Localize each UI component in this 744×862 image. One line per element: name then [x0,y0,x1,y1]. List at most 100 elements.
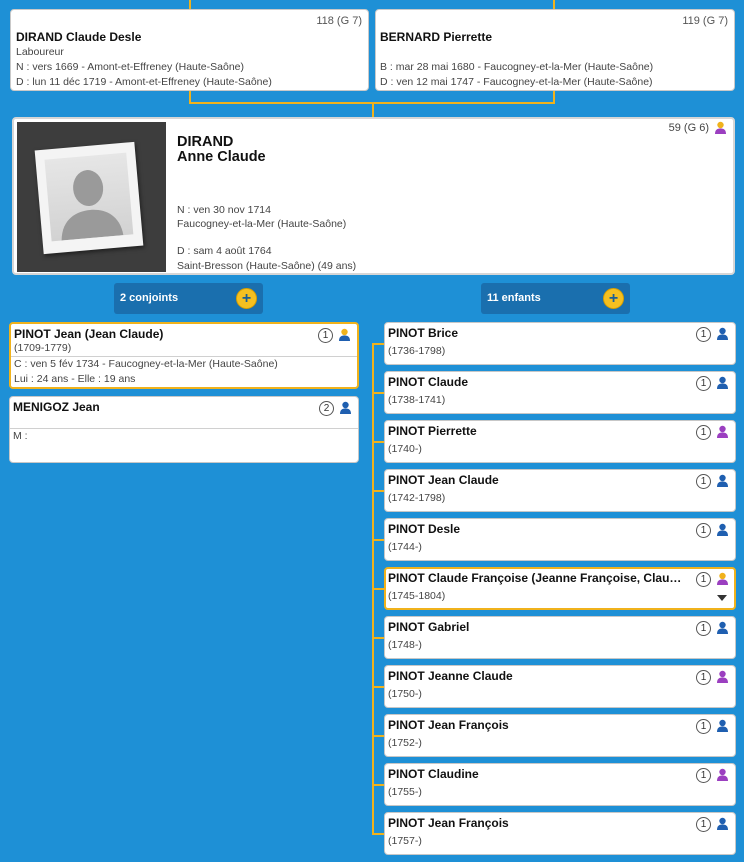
child-card[interactable]: PINOT Jean François (1752-) 1 [384,714,736,757]
children-pill[interactable]: 11 enfants + [481,283,630,314]
child-name[interactable]: PINOT Jean Claude [388,473,499,487]
child-dates: (1752-) [388,737,422,749]
spouses-count-label: 2 conjoints [120,292,179,304]
female-person-icon [716,572,729,585]
photo-area[interactable] [17,122,166,272]
child-card[interactable]: PINOT Desle (1744-) 1 [384,518,736,561]
person-birth-place: Faucogney-et-la-Mer (Haute-Saône) [177,218,347,230]
person-root-icon [714,121,727,134]
male-person-icon [339,401,352,414]
male-person-icon [338,328,351,341]
child-name[interactable]: PINOT Desle [388,522,460,536]
mother-card[interactable]: 119 (G 7) BERNARD Pierrette B : mar 28 m… [375,9,735,91]
child-number: 1 [696,327,711,342]
male-person-icon [716,719,729,732]
father-birth: N : vers 1669 - Amont-et-Effreney (Haute… [16,61,244,73]
add-child-button[interactable]: + [603,288,624,309]
add-spouse-button[interactable]: + [236,288,257,309]
avatar-placeholder-icon [44,152,134,242]
child-number: 1 [696,425,711,440]
child-number: 1 [696,670,711,685]
child-number: 1 [696,621,711,636]
child-name[interactable]: PINOT Jeanne Claude [388,669,513,683]
father-death: D : lun 11 déc 1719 - Amont-et-Effreney … [16,76,272,88]
child-dates: (1748-) [388,639,422,651]
father-name[interactable]: DIRAND Claude Desle [16,30,141,44]
spouses-pill[interactable]: 2 conjoints + [114,283,263,314]
father-card[interactable]: 118 (G 7) DIRAND Claude Desle Laboureur … [10,9,369,91]
child-name[interactable]: PINOT Claudine [388,767,479,781]
child-card[interactable]: PINOT Claude (1738-1741) 1 [384,371,736,414]
child-dates: (1757-) [388,835,422,847]
male-person-icon [716,474,729,487]
chevron-down-icon[interactable] [717,595,727,601]
child-dates: (1755-) [388,786,422,798]
child-card[interactable]: PINOT Brice (1736-1798) 1 [384,322,736,365]
photo-frame [34,141,144,255]
child-card[interactable]: PINOT Claudine (1755-) 1 [384,763,736,806]
father-occupation: Laboureur [16,46,64,58]
child-name[interactable]: PINOT Jean François [388,718,509,732]
mother-name[interactable]: BERNARD Pierrette [380,30,492,44]
mother-ref: 119 (G 7) [682,15,728,27]
child-card[interactable]: PINOT Gabriel (1748-) 1 [384,616,736,659]
child-dates: (1744-) [388,541,422,553]
child-card[interactable]: PINOT Jean Claude (1742-1798) 1 [384,469,736,512]
child-number: 1 [696,376,711,391]
spouse-name[interactable]: MENIGOZ Jean [13,400,100,414]
person-birth-date: N : ven 30 nov 1714 [177,204,271,216]
child-name[interactable]: PINOT Jean François [388,816,509,830]
main-person-card: 59 (G 6) DIRAND Anne Claude N : ven 30 n… [12,117,735,275]
female-person-icon [716,768,729,781]
person-given-name: Anne Claude [177,149,266,165]
person-connector [372,102,374,117]
child-dates: (1742-1798) [388,492,446,504]
spouse-dates: (1709-1779) [14,342,72,354]
mother-death: D : ven 12 mai 1747 - Faucogney-et-la-Me… [380,76,653,88]
spouse-name[interactable]: PINOT Jean (Jean Claude) [14,327,163,341]
child-number: 1 [696,474,711,489]
child-number: 1 [696,719,711,734]
child-dates: (1740-) [388,443,422,455]
spouse-divider [11,356,357,357]
mother-connector-up [553,0,555,9]
father-connector-up [189,0,191,9]
child-name[interactable]: PINOT Brice [388,326,458,340]
child-card[interactable]: PINOT Pierrette (1740-) 1 [384,420,736,463]
child-dates: (1750-) [388,688,422,700]
person-death-date: D : sam 4 août 1764 [177,245,272,257]
person-surname: DIRAND [177,134,234,150]
child-name[interactable]: PINOT Gabriel [388,620,469,634]
marriage-ages: Lui : 24 ans - Elle : 19 ans [14,373,136,385]
male-person-icon [716,376,729,389]
spouse-card[interactable]: MENIGOZ Jean 2 M : [9,396,359,463]
female-person-icon [716,425,729,438]
person-ref: 59 (G 6) [668,122,709,134]
male-person-icon [716,327,729,340]
marriage-info: C : ven 5 fév 1734 - Faucogney-et-la-Mer… [14,358,278,370]
child-card[interactable]: PINOT Claude Françoise (Jeanne Françoise… [384,567,736,610]
male-person-icon [716,523,729,536]
children-count-label: 11 enfants [487,292,541,304]
spouse-divider [10,428,358,429]
child-number: 1 [696,768,711,783]
spouse-card[interactable]: PINOT Jean (Jean Claude) 1 (1709-1779) C… [9,322,359,389]
spouse-number: 2 [319,401,334,416]
child-card[interactable]: PINOT Jeanne Claude (1750-) 1 [384,665,736,708]
male-person-icon [716,621,729,634]
mother-birth: B : mar 28 mai 1680 - Faucogney-et-la-Me… [380,61,654,73]
child-dates: (1745-1804) [388,590,446,602]
female-person-icon [716,670,729,683]
marriage-info: M : [13,430,28,442]
child-card[interactable]: PINOT Jean François (1757-) 1 [384,812,736,855]
spouse-number: 1 [318,328,333,343]
child-name[interactable]: PINOT Claude Françoise (Jeanne Françoise… [388,571,688,585]
child-dates: (1738-1741) [388,394,446,406]
person-death-place: Saint-Bresson (Haute-Saône) (49 ans) [177,260,357,272]
child-dates: (1736-1798) [388,345,446,357]
child-name[interactable]: PINOT Claude [388,375,468,389]
child-number: 1 [696,572,711,587]
child-number: 1 [696,523,711,538]
father-ref: 118 (G 7) [316,15,362,27]
child-name[interactable]: PINOT Pierrette [388,424,477,438]
